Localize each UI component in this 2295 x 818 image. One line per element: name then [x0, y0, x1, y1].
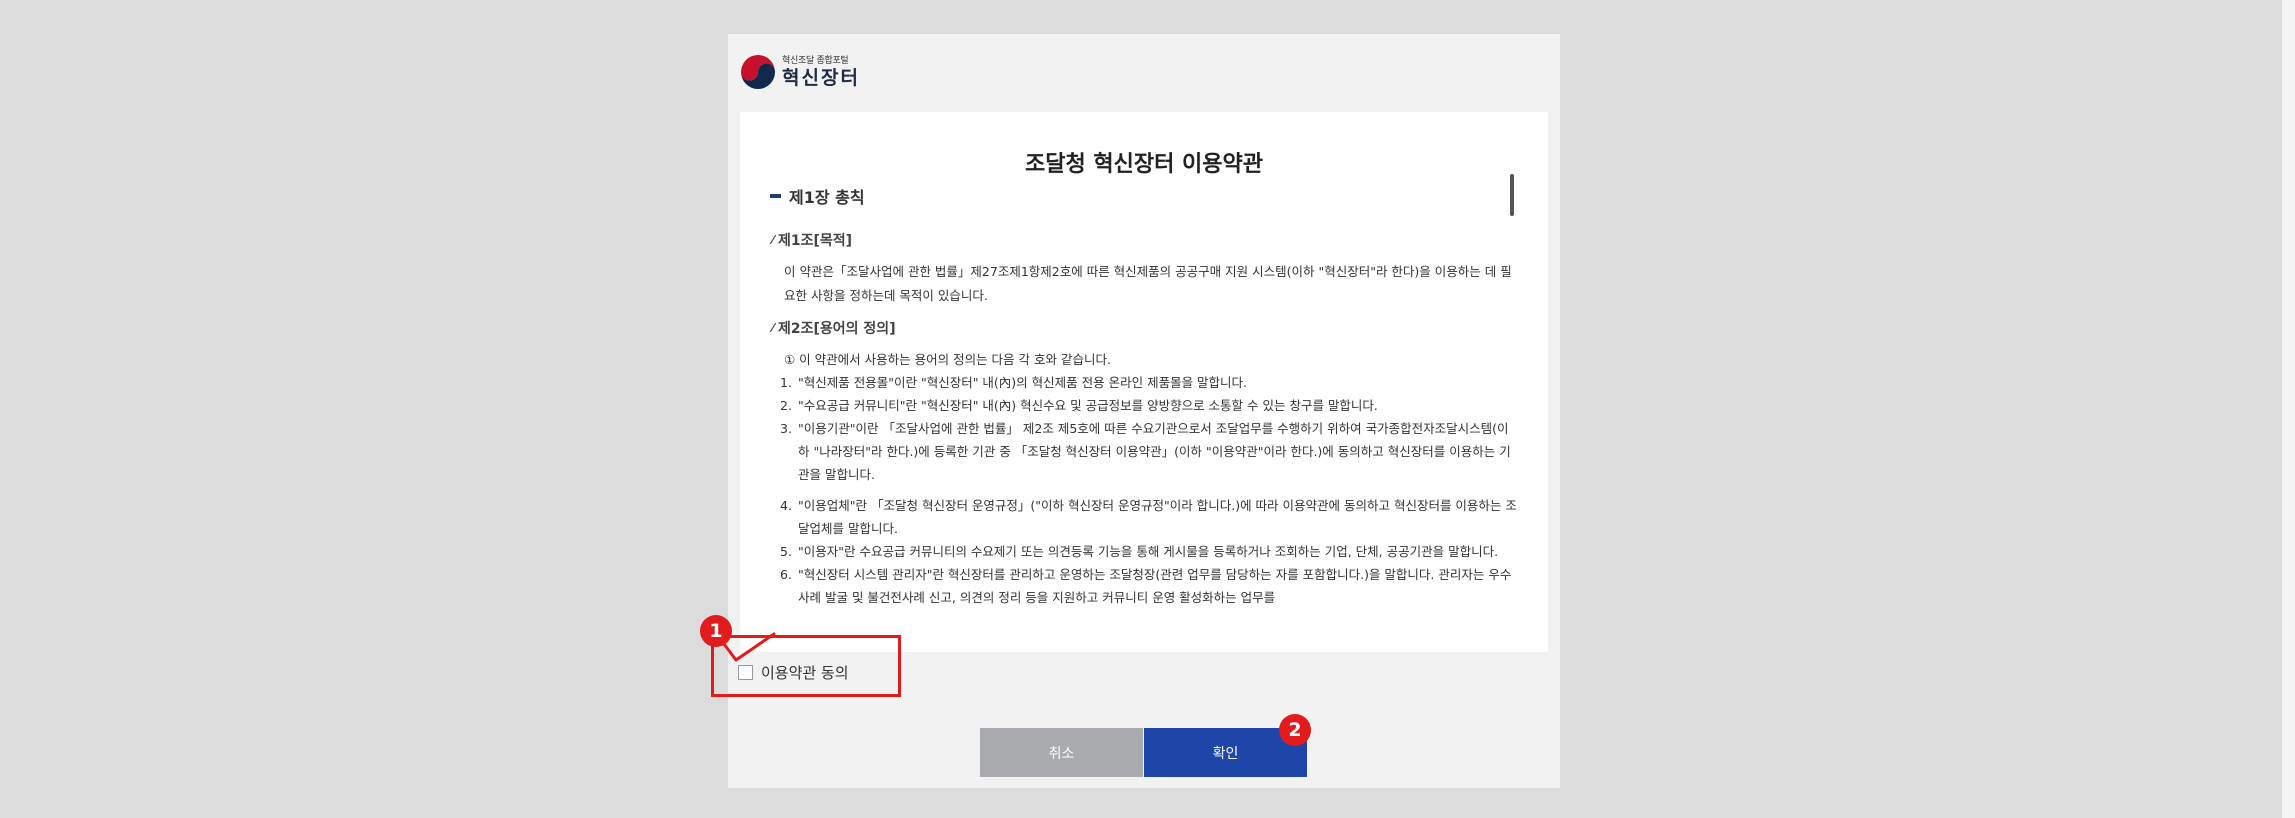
step-2-badge: 2 — [1279, 714, 1311, 746]
list-item: 4. "이용업체"란 「조달청 혁신장터 운영규정」("이하 혁신장터 운영규정… — [780, 498, 1517, 536]
article-bullet-icon: ⁄ — [772, 321, 775, 335]
terms-scroll-area[interactable]: 제1장 총칙 ⁄ 제1조[목적] 이 약관은「조달사업에 관한 법률」제27조제… — [770, 180, 1518, 652]
logo: 혁신조달 종합포털 혁신장터 — [740, 52, 860, 92]
logo-name: 혁신장터 — [782, 66, 860, 89]
list-item: 2. "수요공급 커뮤니티"란 "혁신장터" 내(內) 혁신수요 및 공급정보를… — [780, 398, 1378, 413]
chapter-title: 제1장 총칙 — [789, 188, 865, 207]
cancel-button[interactable]: 취소 — [980, 728, 1143, 777]
step-1-badge: 1 — [700, 615, 732, 647]
article-1-heading: ⁄ 제1조[목적] — [772, 230, 1518, 250]
list-item: 6. "혁신장터 시스템 관리자"란 혁신장터를 관리하고 운영하는 조달청장(… — [780, 567, 1512, 605]
window-edge — [2282, 0, 2295, 818]
taegeuk-emblem-icon — [741, 55, 775, 89]
article-2-intro: ① 이 약관에서 사용하는 용어의 정의는 다음 각 호와 같습니다. — [784, 352, 1111, 367]
terms-panel: 조달청 혁신장터 이용약관 제1장 총칙 ⁄ 제1조[목적] 이 약관은「조달사… — [740, 112, 1548, 652]
list-item: 5. "이용자"란 수요공급 커뮤니티의 수요제기 또는 의견등록 기능을 통해… — [780, 544, 1499, 559]
article-2-heading: ⁄ 제2조[용어의 정의] — [772, 318, 1518, 338]
chapter-heading: 제1장 총칙 — [770, 184, 1518, 208]
list-item: 3. "이용기관"이란 「조달사업에 관한 법률」 제2조 제5호에 따른 수요… — [780, 421, 1511, 482]
article-bullet-icon: ⁄ — [772, 233, 775, 247]
button-row: 취소 확인 — [980, 728, 1307, 777]
chapter-bullet-icon — [770, 194, 781, 198]
terms-title: 조달청 혁신장터 이용약관 — [1025, 152, 1263, 177]
logo-subtitle: 혁신조달 종합포털 — [782, 55, 849, 66]
article-2-title: 제2조[용어의 정의] — [778, 321, 896, 337]
article-1-body: 이 약관은「조달사업에 관한 법률」제27조제1항제2호에 따른 혁신제품의 공… — [784, 264, 1512, 303]
article-1-title: 제1조[목적] — [778, 233, 853, 249]
list-item: 1. "혁신제품 전용몰"이란 "혁신장터" 내(內)의 혁신제품 전용 온라인… — [780, 375, 1248, 390]
